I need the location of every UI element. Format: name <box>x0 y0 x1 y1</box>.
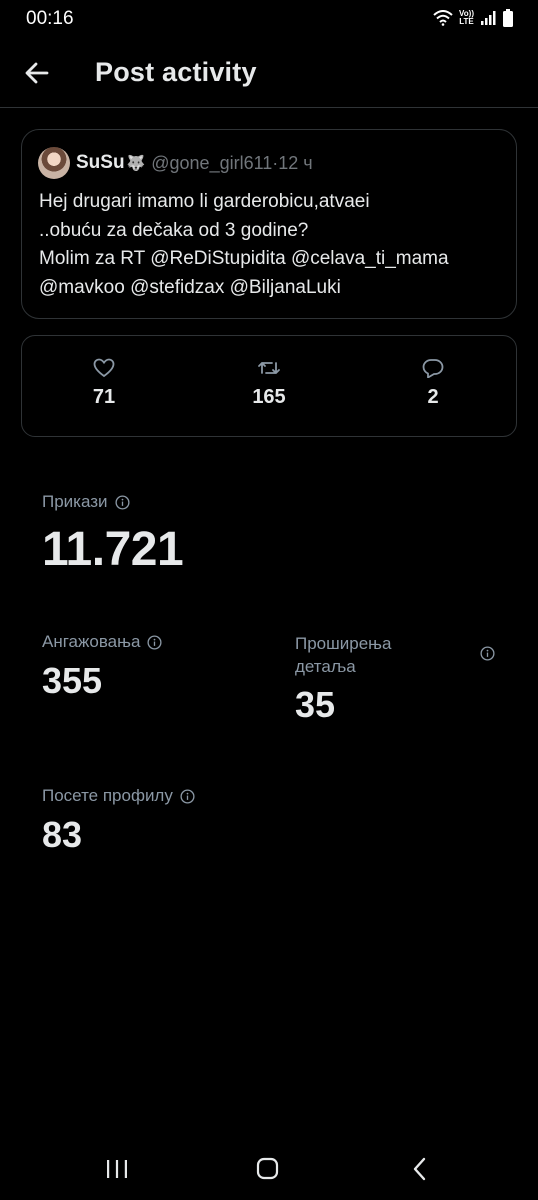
battery-icon <box>503 9 513 27</box>
impressions-metric: Прикази 11.721 <box>42 492 184 577</box>
detail-expands-metric: Проширења детаља 35 <box>295 632 500 726</box>
info-icon[interactable] <box>480 646 495 661</box>
detail-expands-label-line2: детаља <box>295 657 356 676</box>
engagements-label: Ангажовања <box>42 632 141 651</box>
post-text-line: Hej drugari imamo li garderobicu,atvaei <box>39 191 370 212</box>
impressions-label: Прикази <box>42 492 108 511</box>
back-button[interactable] <box>20 56 54 90</box>
home-button[interactable] <box>247 1154 287 1184</box>
info-icon[interactable] <box>180 788 195 804</box>
post-text-line: ..obuću za dečaka od 3 godine? <box>39 219 309 241</box>
info-icon[interactable] <box>115 494 130 510</box>
status-bar: 00:16 Vo)) LTE <box>0 0 538 36</box>
back-arrow-icon <box>25 62 49 84</box>
repost-icon <box>258 362 280 374</box>
profile-visits-metric: Посете профилу 83 <box>42 786 195 856</box>
lte-label: LTE <box>459 17 474 26</box>
post-time: 12 ч <box>278 152 313 173</box>
signal-icon <box>481 11 496 25</box>
system-nav-bar <box>0 1140 538 1200</box>
reply-icon <box>422 359 444 378</box>
post-text: Hej drugari imamo li garderobicu,atvaei … <box>39 188 509 302</box>
detail-expands-value: 35 <box>295 684 336 725</box>
detail-expands-label: Проширења <box>295 634 392 653</box>
engagement-summary: 71 165 2 <box>21 335 517 437</box>
volte-indicator: Vo)) LTE <box>459 10 474 26</box>
engagements-metric: Ангажовања 355 <box>42 632 162 702</box>
avatar[interactable] <box>38 147 70 179</box>
engagements-value: 355 <box>42 660 103 701</box>
likes-count: 71 <box>92 386 116 408</box>
page-title: Post activity <box>95 57 257 87</box>
recents-button[interactable] <box>97 1154 137 1184</box>
recents-icon <box>107 1160 127 1178</box>
reposts-count: 165 <box>252 386 286 408</box>
author-emoji: 🐺 <box>126 155 146 172</box>
post-text-line: Molim za RT @ReDiStupidita @celava_ti_ma… <box>39 248 449 269</box>
profile-visits-value: 83 <box>42 814 83 855</box>
post-text-line: @mavkoo @stefidzax @BiljanaLuki <box>39 276 341 298</box>
likes-stat[interactable]: 71 <box>64 358 144 409</box>
replies-stat[interactable]: 2 <box>393 358 473 409</box>
author-handle[interactable]: @gone_girl611 <box>151 153 272 174</box>
home-icon <box>256 1157 279 1180</box>
status-time: 00:16 <box>26 8 74 29</box>
status-icons: Vo)) LTE <box>433 8 514 28</box>
info-icon[interactable] <box>147 634 162 650</box>
heart-icon <box>93 358 115 378</box>
replies-count: 2 <box>427 386 439 408</box>
reposts-stat[interactable]: 165 <box>229 358 309 409</box>
wifi-icon <box>433 10 453 26</box>
post-card[interactable]: SuSu 🐺 @gone_girl611 · 12 ч Hej drugari … <box>21 129 517 319</box>
app-header: Post activity <box>0 36 538 108</box>
post-header: SuSu 🐺 @gone_girl611 · 12 ч <box>38 147 313 179</box>
author-name[interactable]: SuSu <box>76 152 125 174</box>
system-back-button[interactable] <box>400 1154 440 1184</box>
profile-visits-label: Посете профилу <box>42 786 173 805</box>
impressions-value: 11.721 <box>42 523 184 576</box>
back-nav-icon <box>413 1157 426 1181</box>
